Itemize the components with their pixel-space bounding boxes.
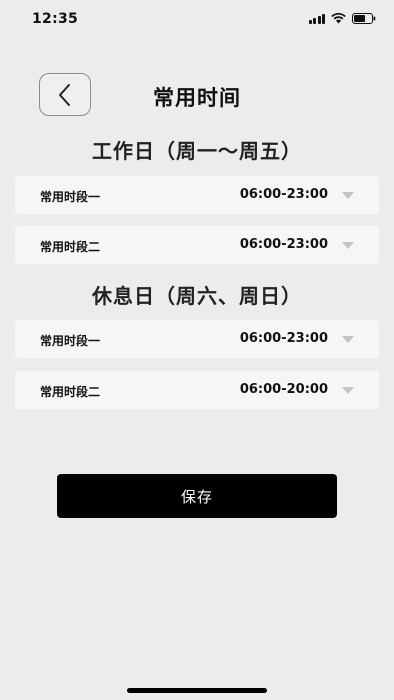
time-slot-label: 常用时段二: [40, 385, 101, 399]
save-button[interactable]: 保存: [57, 474, 337, 518]
page-title: 常用时间: [153, 86, 241, 110]
workday-time-slot-2[interactable]: 常用时段二 06:00-23:00: [15, 226, 379, 264]
time-slot-label: 常用时段二: [40, 240, 101, 254]
restday-section-title: 休息日（周六、周日）: [92, 284, 302, 308]
workday-time-slot-1[interactable]: 常用时段一 06:00-23:00: [15, 176, 379, 214]
chevron-down-icon[interactable]: [342, 192, 354, 199]
time-slot-value: 06:00-23:00: [239, 237, 328, 252]
status-bar: 12:35: [0, 0, 394, 40]
status-icons: [308, 13, 377, 24]
time-slot-label: 常用时段一: [40, 190, 101, 204]
status-time: 12:35: [32, 11, 79, 27]
battery-icon: [352, 13, 376, 24]
restday-time-slot-1[interactable]: 常用时段一 06:00-23:00: [15, 320, 379, 358]
time-slot-value: 06:00-23:00: [239, 331, 328, 346]
time-slot-label: 常用时段一: [40, 334, 101, 348]
signal-icon: [308, 13, 325, 24]
time-slot-value: 06:00-23:00: [239, 187, 328, 202]
chevron-down-icon[interactable]: [342, 336, 354, 343]
chevron-down-icon[interactable]: [342, 387, 354, 394]
chevron-down-icon[interactable]: [342, 242, 354, 249]
restday-time-slot-2[interactable]: 常用时段二 06:00-20:00: [15, 371, 379, 409]
wifi-icon: [331, 13, 346, 24]
time-slot-value: 06:00-20:00: [239, 382, 328, 397]
home-indicator: [127, 688, 267, 693]
workday-section-title: 工作日（周一～周五）: [92, 139, 302, 163]
